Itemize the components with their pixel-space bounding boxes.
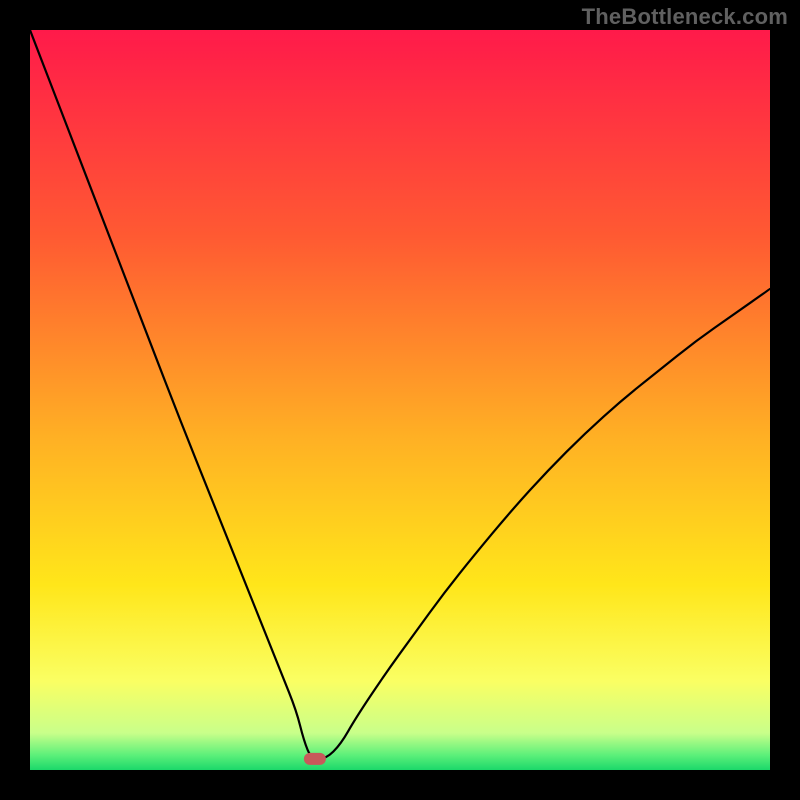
gradient-background (30, 30, 770, 770)
chart-frame: TheBottleneck.com (0, 0, 800, 800)
optimal-point-marker (304, 753, 326, 765)
watermark-text: TheBottleneck.com (582, 4, 788, 30)
plot-area (30, 30, 770, 770)
bottleneck-curve-chart (30, 30, 770, 770)
